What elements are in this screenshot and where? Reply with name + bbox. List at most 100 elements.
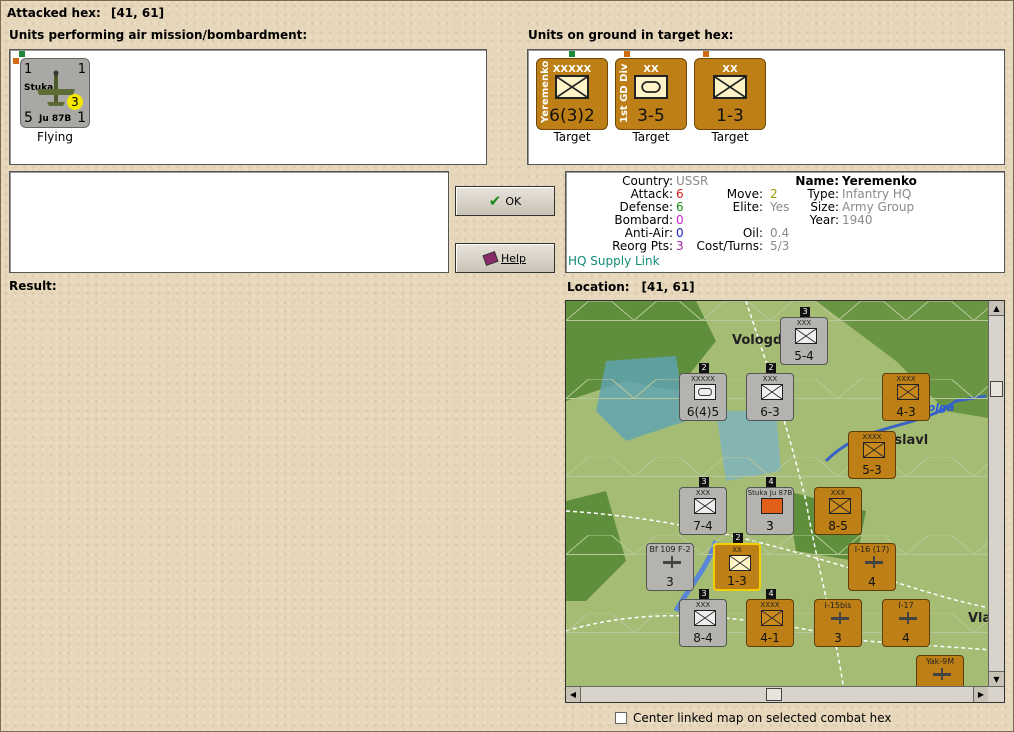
infantry-symbol-icon <box>829 498 851 514</box>
cost-label: Cost/Turns: <box>696 239 763 253</box>
map-counter-aircraft[interactable]: Bf 109 F-2 3 <box>646 543 694 591</box>
fire-combat-icon <box>761 498 783 514</box>
stack-count: 4 <box>766 589 776 599</box>
scroll-up-arrow-icon[interactable]: ▲ <box>989 301 1004 316</box>
stack-count: 2 <box>733 533 743 543</box>
antiair-label: Anti-Air: <box>624 226 673 240</box>
center-map-checkbox-label: Center linked map on selected combat hex <box>633 711 892 725</box>
plane-icon <box>863 554 885 570</box>
result-label: Result: <box>9 279 57 293</box>
plane-icon <box>661 554 683 570</box>
reorg-value: 3 <box>676 239 684 253</box>
map-counter[interactable]: XXXXX 6(4)5 <box>679 373 727 421</box>
defense-label: Defense: <box>619 200 673 214</box>
ok-button[interactable]: ✔ OK <box>455 186 555 216</box>
air-unit-model: Ju 87B <box>39 114 72 124</box>
stack-count: 4 <box>766 477 776 487</box>
ground-unit-yeremenko[interactable]: Yeremenko XXXXX 6(3)2 <box>536 58 608 130</box>
center-map-checkbox[interactable] <box>615 712 627 724</box>
move-label: Move: <box>726 187 763 201</box>
ground-units-list: Yeremenko XXXXX 6(3)2 Target 1st GD Div … <box>527 49 1005 165</box>
ground-unit-1st-gd-div[interactable]: 1st GD Div XX 3-5 <box>615 58 687 130</box>
air-unit-bottom-right: 1 <box>77 110 86 126</box>
ground-unit-size: XX <box>643 64 659 75</box>
air-unit-bottom-left: 5 <box>24 110 33 126</box>
ground-unit-orange-marker <box>703 51 709 57</box>
country-value: USSR <box>676 174 709 188</box>
scroll-right-arrow-icon[interactable]: ▶ <box>973 687 988 702</box>
defense-value: 6 <box>676 200 684 214</box>
scroll-down-arrow-icon[interactable]: ▼ <box>989 671 1004 686</box>
type-label: Type: <box>807 187 839 201</box>
help-button-label: Help <box>500 251 527 265</box>
ground-unit-strength: 1-3 <box>716 106 744 126</box>
antiair-value: 0 <box>676 226 684 240</box>
reorg-label: Reorg Pts: <box>612 239 673 253</box>
location-value: [41, 61] <box>641 280 695 294</box>
infantry-symbol-icon <box>694 498 716 514</box>
ok-button-label: OK <box>505 194 522 208</box>
year-value: 1940 <box>842 213 873 227</box>
map-counter-aircraft[interactable]: I-16 (17) 4 <box>848 543 896 591</box>
cost-value: 5/3 <box>770 239 790 253</box>
air-unit-caption: Flying <box>37 130 73 144</box>
map-counter[interactable]: XXX 6-3 <box>746 373 794 421</box>
infantry-symbol-icon <box>761 610 783 626</box>
map-counter[interactable]: XXX 5-4 <box>780 317 828 365</box>
map-counter[interactable]: XXXX 4-3 <box>882 373 930 421</box>
infantry-symbol-icon <box>713 75 747 99</box>
map-counter[interactable]: XXX 7-4 <box>679 487 727 535</box>
attacked-hex-value: [41, 61] <box>110 6 165 20</box>
infantry-symbol-icon <box>761 384 783 400</box>
scroll-left-arrow-icon[interactable]: ◀ <box>566 687 581 702</box>
year-label: Year: <box>809 213 839 227</box>
type-value: Infantry HQ <box>842 187 912 201</box>
move-value: 2 <box>770 187 778 201</box>
air-units-list: 1 1 Stuka 3 5 Ju 87B 1 Flying <box>9 49 487 165</box>
ground-units-title: Units on ground in target hex: <box>528 28 734 42</box>
help-button[interactable]: Help <box>455 243 555 273</box>
location-map[interactable]: Vologda Yaroslavl Volga Vla XXX5-4 3 XXX… <box>565 300 1005 703</box>
attack-label: Attack: <box>630 187 673 201</box>
plane-icon <box>931 666 953 682</box>
infantry-symbol-icon <box>863 442 885 458</box>
size-value: Army Group <box>842 200 915 214</box>
hq-supply-link: HQ Supply Link <box>568 254 660 268</box>
ground-unit-caption: Target <box>711 130 749 144</box>
center-map-checkbox-row[interactable]: Center linked map on selected combat hex <box>615 711 892 725</box>
attack-value: 6 <box>676 187 684 201</box>
plane-icon <box>829 610 851 626</box>
stack-count: 3 <box>800 307 810 317</box>
ground-unit-infantry[interactable]: XX 1-3 <box>694 58 766 130</box>
map-counter-aircraft[interactable]: I-15bis 3 <box>814 599 862 647</box>
map-counter-aircraft[interactable]: I-17 4 <box>882 599 930 647</box>
air-unit-orange-marker <box>13 58 19 64</box>
air-unit-counter[interactable]: 1 1 Stuka 3 5 Ju 87B 1 <box>20 58 90 128</box>
country-label: Country: <box>622 174 673 188</box>
elite-label: Elite: <box>732 200 763 214</box>
horizontal-scroll-thumb[interactable] <box>766 688 782 701</box>
help-book-icon <box>482 250 499 266</box>
map-counter[interactable]: XXXX 4-1 <box>746 599 794 647</box>
vertical-scroll-thumb[interactable] <box>990 381 1003 397</box>
ground-unit-size: XX <box>722 64 738 75</box>
map-counter[interactable]: XXX 8-4 <box>679 599 727 647</box>
map-counter[interactable]: XXXX 5-3 <box>848 431 896 479</box>
stack-count: 2 <box>699 363 709 373</box>
map-vertical-scrollbar[interactable]: ▲ ▼ <box>988 301 1004 686</box>
plane-icon <box>897 610 919 626</box>
message-box <box>9 171 449 273</box>
hq-symbol-icon <box>694 384 716 400</box>
stack-count: 3 <box>699 477 709 487</box>
map-counter-stuka[interactable]: Stuka Ju 87B 3 <box>746 487 794 535</box>
map-horizontal-scrollbar[interactable]: ◀ ▶ <box>566 686 1004 702</box>
location-label: Location: [41, 61] <box>567 280 695 294</box>
map-counter[interactable]: XXX 8-5 <box>814 487 862 535</box>
ground-unit-marker <box>569 51 575 57</box>
checkmark-icon: ✔ <box>488 192 502 210</box>
ground-unit-orange-marker <box>624 51 630 57</box>
armor-symbol-icon <box>634 75 668 99</box>
air-unit-top-left: 1 <box>24 62 33 77</box>
map-counter-target[interactable]: XX 1-3 <box>713 543 761 591</box>
ground-unit-strength: 3-5 <box>637 106 665 126</box>
